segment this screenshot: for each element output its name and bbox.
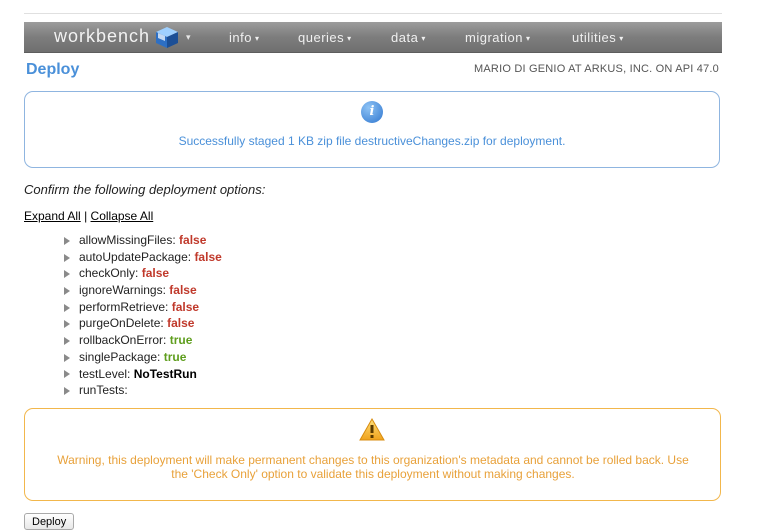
option-value: true [169,333,193,348]
top-divider [24,13,722,14]
nav-info[interactable]: info ▾ [229,30,259,45]
nav-data[interactable]: data ▾ [391,30,426,45]
option-item[interactable]: performRetrieve: false [64,300,222,317]
expand-arrow-icon[interactable] [64,353,70,362]
nav-bar: workbench ▾ info ▾ queries ▾ data ▾ migrati… [24,22,722,53]
option-name: performRetrieve: [79,299,169,314]
option-name: rollbackOnError: [79,333,167,348]
expand-arrow-icon[interactable] [64,286,70,295]
option-value: true [163,349,187,364]
nav-utilities[interactable]: utilities ▾ [572,30,624,45]
expand-arrow-icon[interactable] [64,387,70,396]
option-name: singlePackage: [79,349,161,364]
option-value: false [179,233,207,247]
user-info: MARIO DI GENIO AT ARKUS, INC. ON API 47.… [474,63,719,75]
expand-arrow-icon[interactable] [64,303,70,312]
option-name: ignoreWarnings: [79,283,166,298]
option-name: testLevel: [79,366,131,381]
collapse-all-link[interactable]: Collapse All [91,209,154,223]
nav-data-label: data [391,30,419,45]
chevron-down-icon: ▾ [421,34,426,44]
nav-migration-label: migration [465,30,523,45]
info-message: Successfully staged 1 KB zip file destru… [178,134,566,148]
chevron-down-icon: ▾ [619,34,624,44]
option-value: false [167,316,195,331]
option-name: allowMissingFiles: [79,233,176,247]
workbench-logo[interactable]: workbench [54,26,150,47]
chevron-down-icon: ▾ [525,34,531,44]
option-item[interactable]: runTests: [64,383,222,400]
option-item[interactable]: allowMissingFiles: false [64,233,222,250]
option-value: false [194,249,222,264]
option-item[interactable]: autoUpdatePackage: false [64,250,222,267]
expand-arrow-icon[interactable] [64,336,70,345]
nav-queries-label: queries [298,30,345,45]
expand-arrow-icon[interactable] [64,253,70,262]
info-icon: i [361,101,383,123]
nav-utilities-label: utilities [572,30,617,45]
page-title: Deploy [26,61,80,78]
option-item[interactable]: checkOnly: false [64,266,222,283]
expand-all-link[interactable]: Expand All [24,209,81,223]
nav-info-label: info [229,30,252,45]
nav-migration[interactable]: migration ▾ [465,30,530,45]
confirm-heading: Confirm the following deployment options… [24,182,266,197]
expand-arrow-icon[interactable] [64,370,70,379]
warning-message: Warning, this deployment will make perma… [30,453,716,481]
warning-line-1: Warning, this deployment will make perma… [57,453,689,467]
nav-queries[interactable]: queries ▾ [298,30,352,45]
option-name: runTests: [79,383,128,398]
option-item[interactable]: purgeOnDelete: false [64,316,222,333]
deploy-button[interactable]: Deploy [24,513,75,530]
option-value: false [169,283,197,298]
chevron-down-icon: ▾ [347,34,352,44]
logo-caret-icon: ▾ [186,32,191,42]
option-value: false [141,266,170,281]
expand-arrow-icon[interactable] [64,270,70,279]
option-item[interactable]: singlePackage: true [64,350,222,367]
chevron-down-icon: ▾ [254,34,260,44]
cube-logo-icon [156,27,178,48]
link-separator: | [84,209,88,223]
option-item[interactable]: ignoreWarnings: false [64,283,222,300]
option-value: NoTestRun [133,366,197,381]
option-name: autoUpdatePackage: [79,249,192,264]
expand-arrow-icon[interactable] [64,236,70,245]
warning-line-2: the 'Check Only' option to validate this… [171,467,575,481]
expand-collapse-links: Expand All | Collapse All [24,209,153,223]
option-name: purgeOnDelete: [79,316,164,331]
option-name: checkOnly: [79,266,139,281]
deployment-options-list: allowMissingFiles: false autoUpdatePacka… [64,233,222,400]
option-value: false [171,299,200,314]
warning-icon [359,418,385,441]
option-item[interactable]: testLevel: NoTestRun [64,367,222,384]
expand-arrow-icon[interactable] [64,320,70,329]
option-item[interactable]: rollbackOnError: true [64,333,222,350]
